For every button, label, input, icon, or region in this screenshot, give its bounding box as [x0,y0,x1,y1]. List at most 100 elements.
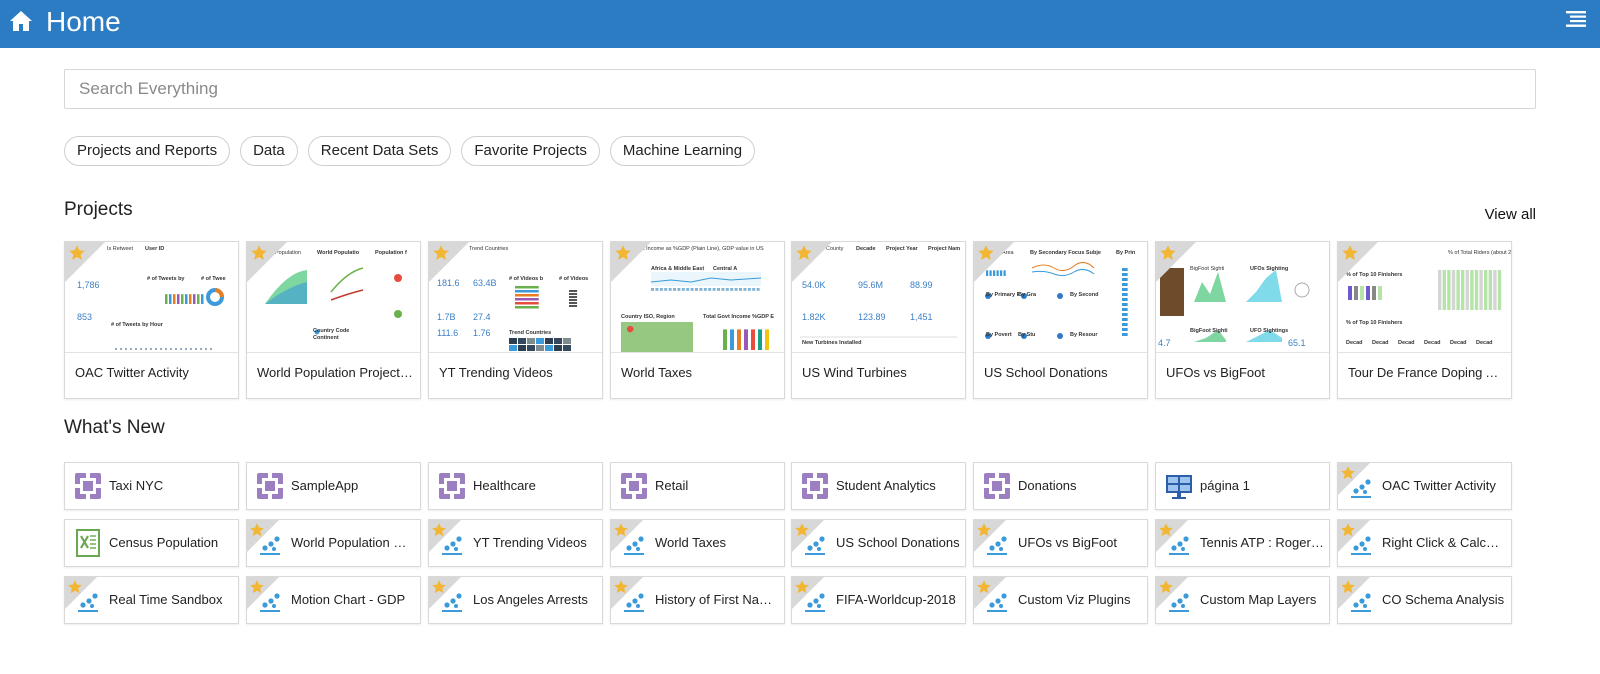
project-name: US Wind Turbines [802,365,907,380]
favorite-star-icon[interactable] [613,579,629,595]
project-name: OAC Twitter Activity [75,365,189,380]
favorite-star-icon[interactable] [431,579,447,595]
whats-new-item[interactable]: Taxi NYC [64,462,239,510]
favorite-star-icon[interactable] [1159,244,1177,262]
app-header: Home [0,0,1600,48]
favorite-star-icon[interactable] [794,579,810,595]
favorite-star-icon[interactable] [1158,522,1174,538]
whats-new-item[interactable]: SampleApp [246,462,421,510]
whats-new-label: Retail [655,478,689,493]
whats-new-item[interactable]: Donations [973,462,1148,510]
thumbnail-text: 1.7B [437,312,456,322]
favorite-star-icon[interactable] [614,244,632,262]
thumbnail-text: Decad [1346,340,1363,346]
favorite-star-icon[interactable] [1340,465,1356,481]
favorite-star-icon[interactable] [249,579,265,595]
favorite-star-icon[interactable] [613,522,629,538]
whats-new-item[interactable]: Custom Map Layers [1155,576,1330,624]
favorite-star-icon[interactable] [976,579,992,595]
thumbnail-text: Country ISO, Region [621,314,675,320]
whats-new-item[interactable]: Real Time Sandbox [64,576,239,624]
whats-new-label: World Taxes [655,535,727,550]
whats-new-label: Real Time Sandbox [109,592,223,607]
hamburger-menu-icon[interactable] [1566,10,1586,28]
whats-new-item[interactable]: Right Click & Calculations [1337,519,1512,567]
favorite-star-icon[interactable] [1341,244,1359,262]
thumbnail-text: # of Tweets by [147,276,185,282]
favorite-star-icon[interactable] [795,244,813,262]
project-name: UFOs vs BigFoot [1166,365,1265,380]
home-icon[interactable] [8,8,34,34]
view-all-link[interactable]: View all [1485,206,1536,223]
favorite-star-icon[interactable] [249,522,265,538]
project-card[interactable]: Govt Income as %GDP (Plain Line), GDP va… [610,241,785,399]
filter-machine-learning[interactable]: Machine Learning [609,136,756,166]
thumbnail-graphics [621,272,769,352]
whats-new-item[interactable]: Student Analytics [791,462,966,510]
thumbnail-text: By Gra [1018,292,1037,298]
whats-new-label: FIFA-Worldcup-2018 [836,592,956,607]
thumbnail-text: % of Total Riders (about 200 m [1448,250,1511,256]
project-card[interactable]: % of Total Riders (about 200 m % of Top 1… [1337,241,1512,399]
whats-new-item[interactable]: Census Population [64,519,239,567]
thumbnail-text: Decad [1450,340,1467,346]
thumbnail-text: Decad [1398,340,1415,346]
whats-new-item[interactable]: Healthcare [428,462,603,510]
whats-new-item[interactable]: FIFA-Worldcup-2018 [791,576,966,624]
app-icon [75,473,101,499]
thumbnail-text: Govt Income as %GDP (Plain Line), GDP va… [633,246,764,252]
whats-new-label: US School Donations [836,535,960,550]
whats-new-item[interactable]: World Population Projections [246,519,421,567]
thumbnail-text: Decad [1476,340,1493,346]
whats-new-item[interactable]: Los Angeles Arrests [428,576,603,624]
filter-data[interactable]: Data [240,136,298,166]
whats-new-item[interactable]: YT Trending Videos [428,519,603,567]
whats-new-label: Motion Chart - GDP [291,592,406,607]
whats-new-item[interactable]: Custom Viz Plugins [973,576,1148,624]
thumbnail-text: Decade [856,246,876,252]
whats-new-item[interactable]: página 1 [1155,462,1330,510]
whats-new-item[interactable]: World Taxes [610,519,785,567]
favorite-star-icon[interactable] [977,244,995,262]
thumbnail-text: World Populatio [317,250,360,256]
whats-new-section-title: What's New [64,417,165,438]
favorite-star-icon[interactable] [67,579,83,595]
app-icon [984,473,1010,499]
project-card[interactable]: Trend Countries 181.6 63.4B # of Videos b # … [428,241,603,399]
favorite-star-icon[interactable] [432,244,450,262]
whats-new-item[interactable]: US School Donations [791,519,966,567]
thumbnail-text: Decad [1424,340,1441,346]
favorite-star-icon[interactable] [1158,579,1174,595]
filter-recent-data-sets[interactable]: Recent Data Sets [307,136,452,166]
project-card[interactable]: Area By Secondary Focus Subje By Prin By Pr… [973,241,1148,399]
project-card[interactable]: BigFoot Sighti UFOs Sighting BigFoot Sight… [1155,241,1330,399]
whats-new-item[interactable]: Motion Chart - GDP [246,576,421,624]
favorite-star-icon[interactable] [431,522,447,538]
whats-new-label: History of First Names [655,592,779,607]
filter-favorite-projects[interactable]: Favorite Projects [461,136,600,166]
app-icon [802,473,828,499]
search-input[interactable] [64,69,1536,109]
whats-new-label: YT Trending Videos [473,535,587,550]
whats-new-item[interactable]: OAC Twitter Activity [1337,462,1512,510]
whats-new-item[interactable]: History of First Names [610,576,785,624]
whats-new-label: SampleApp [291,478,359,493]
thumbnail-text: Project Nam [928,246,960,252]
favorite-star-icon[interactable] [794,522,810,538]
favorite-star-icon[interactable] [1340,579,1356,595]
whats-new-item[interactable]: Tennis ATP : Roger Federer [1155,519,1330,567]
favorite-star-icon[interactable] [1340,522,1356,538]
whats-new-item[interactable]: UFOs vs BigFoot [973,519,1148,567]
whats-new-item[interactable]: CO Schema Analysis [1337,576,1512,624]
app-icon [257,473,283,499]
thumbnail-text: % of Top 10 Finishers [1346,320,1402,326]
project-card[interactable]: Population World Populatio Population f Cou… [246,241,421,399]
project-card[interactable]: County Decade Project Year Project Nam 54.0K… [791,241,966,399]
project-card[interactable]: Is Retweet User ID 1,786 # of Tweets by # of… [64,241,239,399]
favorite-star-icon[interactable] [976,522,992,538]
favorite-star-icon[interactable] [68,244,86,262]
whats-new-item[interactable]: Retail [610,462,785,510]
filter-projects-and-reports[interactable]: Projects and Reports [64,136,231,166]
favorite-star-icon[interactable] [250,244,268,262]
whats-new-label: Taxi NYC [109,478,164,493]
